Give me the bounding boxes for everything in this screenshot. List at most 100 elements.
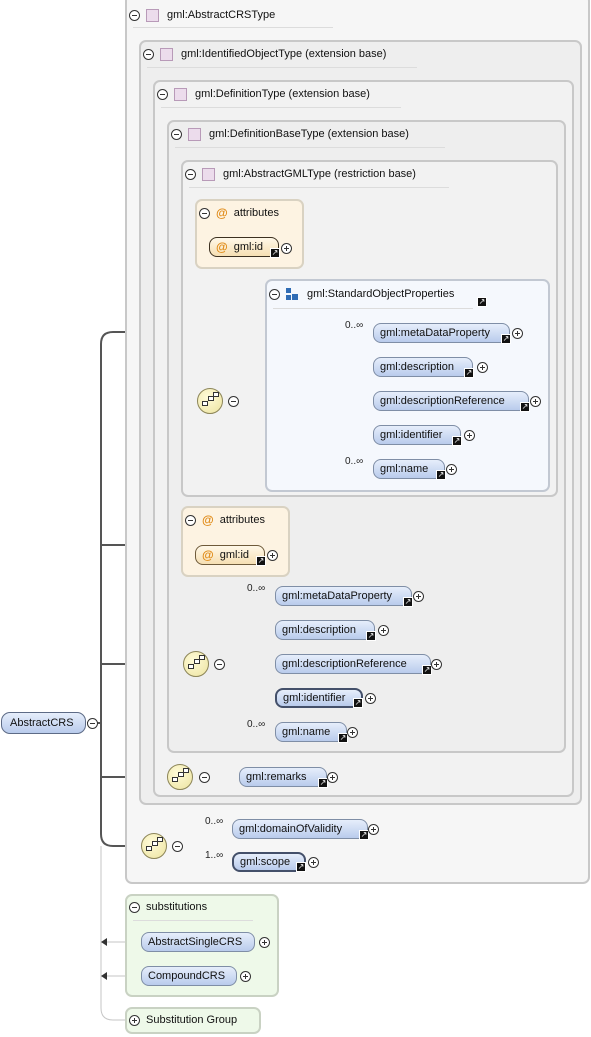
inner-sequence-compositor[interactable] (197, 388, 223, 414)
attribute-at-icon: @ (202, 548, 214, 562)
identified-object-type-header[interactable]: gml:IdentifiedObjectType (extension base… (143, 45, 386, 63)
complex-type-icon (160, 47, 173, 61)
collapse-icon[interactable] (199, 772, 210, 783)
substitution-group-header[interactable]: Substitution Group (129, 1011, 237, 1029)
expand-icon[interactable] (347, 727, 358, 738)
expand-icon[interactable] (259, 937, 270, 948)
element-label: gml:identifier (283, 692, 346, 704)
expand-icon[interactable] (378, 625, 389, 636)
element-scope[interactable]: gml:scope ↗ (232, 852, 306, 872)
expand-icon[interactable] (308, 857, 319, 868)
expand-icon[interactable] (365, 693, 376, 704)
complex-type-icon (146, 8, 159, 22)
abstract-gml-type-header[interactable]: gml:AbstractGMLType (restriction base) (185, 165, 416, 183)
outer-element-descriptionreference[interactable]: gml:descriptionReference ↗ (275, 654, 432, 675)
collapse-icon[interactable] (214, 659, 225, 670)
link-arrow-icon[interactable]: ↗ (353, 698, 363, 708)
outer-element-description[interactable]: gml:description ↗ (275, 620, 376, 641)
abstract-gml-type-label: gml:AbstractGMLType (restriction base) (223, 168, 416, 180)
link-arrow-icon[interactable]: ↗ (477, 297, 487, 307)
element-label: gml:remarks (246, 771, 307, 783)
collapse-icon[interactable] (157, 88, 168, 100)
collapse-icon[interactable] (129, 901, 140, 913)
outer-attr-id[interactable]: @ gml:id ↗ (195, 545, 266, 566)
collapse-icon[interactable] (172, 841, 183, 852)
occurs-label: 0..∞ (247, 583, 266, 594)
outer-sequence-compositor[interactable] (183, 651, 209, 677)
complex-type-icon (174, 87, 187, 101)
remarks-sequence-compositor[interactable] (167, 764, 193, 790)
collapse-icon[interactable] (143, 48, 154, 60)
inner-element-description[interactable]: gml:description ↗ (373, 357, 474, 378)
expand-icon[interactable] (431, 659, 442, 670)
link-arrow-icon[interactable]: ↗ (436, 470, 446, 480)
identified-object-type-label: gml:IdentifiedObjectType (extension base… (181, 48, 387, 60)
occurs-label: 0..∞ (247, 719, 266, 730)
expand-icon[interactable] (267, 550, 278, 561)
root-label: AbstractCRS (10, 717, 74, 729)
link-arrow-icon[interactable]: ↗ (296, 862, 306, 872)
collapse-icon[interactable] (171, 128, 182, 140)
collapse-icon[interactable] (269, 288, 280, 300)
definition-base-type-header[interactable]: gml:DefinitionBaseType (extension base) (171, 125, 409, 143)
collapse-icon[interactable] (87, 718, 98, 729)
expand-icon[interactable] (413, 591, 424, 602)
expand-icon[interactable] (464, 430, 475, 441)
abstract-crs-type-header[interactable]: gml:AbstractCRSType (129, 6, 275, 24)
root-element-abstractcrs[interactable]: AbstractCRS (1, 712, 86, 734)
substitution-abstractsinglecrs[interactable]: AbstractSingleCRS (141, 932, 255, 952)
expand-icon[interactable] (530, 396, 541, 407)
header-divider (133, 920, 253, 921)
collapse-icon[interactable] (228, 396, 239, 407)
expand-icon[interactable] (240, 971, 251, 982)
link-arrow-icon[interactable]: ↗ (452, 436, 462, 446)
link-arrow-icon[interactable]: ↗ (366, 631, 376, 641)
link-arrow-icon[interactable]: ↗ (403, 597, 413, 607)
substitution-compoundcrs[interactable]: CompoundCRS (141, 966, 237, 986)
attribute-at-icon: @ (216, 206, 228, 220)
expand-icon[interactable] (477, 362, 488, 373)
collapse-icon[interactable] (185, 168, 196, 180)
abstract-crs-type-label: gml:AbstractCRSType (167, 9, 276, 21)
link-arrow-icon[interactable]: ↗ (520, 402, 530, 412)
substitutions-header[interactable]: substitutions (129, 898, 207, 916)
attributes-label: attributes (233, 207, 279, 219)
inner-attr-id[interactable]: @ gml:id ↗ (209, 237, 280, 258)
substitution-arrow-1 (101, 938, 107, 946)
expand-icon[interactable] (327, 772, 338, 783)
expand-icon[interactable] (446, 464, 457, 475)
expand-icon[interactable] (129, 1014, 140, 1026)
link-arrow-icon[interactable]: ↗ (270, 248, 280, 258)
link-arrow-icon[interactable]: ↗ (256, 556, 266, 566)
outer-element-identifier[interactable]: gml:identifier ↗ (275, 688, 363, 708)
element-domainofvalidity[interactable]: gml:domainOfValidity ↗ (232, 819, 369, 840)
crs-sequence-compositor[interactable] (141, 833, 167, 859)
collapse-icon[interactable] (129, 9, 140, 21)
outer-element-name[interactable]: gml:name ↗ (275, 722, 348, 743)
expand-icon[interactable] (368, 824, 379, 835)
outer-attributes-header[interactable]: @ attributes (185, 511, 265, 529)
attributes-label: attributes (219, 514, 265, 526)
expand-icon[interactable] (512, 328, 523, 339)
collapse-icon[interactable] (199, 207, 210, 219)
group-label: gml:StandardObjectProperties (307, 288, 455, 300)
element-label: gml:name (282, 726, 331, 738)
inner-element-identifier[interactable]: gml:identifier ↗ (373, 425, 462, 446)
inner-element-descriptionreference[interactable]: gml:descriptionReference ↗ (373, 391, 530, 412)
element-label: gml:name (380, 463, 429, 475)
outer-element-metadataproperty[interactable]: gml:metaDataProperty ↗ (275, 586, 413, 607)
attribute-at-icon: @ (202, 513, 214, 527)
header-divider (175, 147, 445, 148)
substitutions-label: substitutions (146, 901, 208, 913)
link-arrow-icon[interactable]: ↗ (501, 334, 511, 344)
standard-object-properties-header[interactable]: gml:StandardObjectProperties (269, 285, 454, 303)
inner-element-name[interactable]: gml:name ↗ (373, 459, 446, 480)
collapse-icon[interactable] (185, 514, 196, 526)
element-label: gml:domainOfValidity (239, 823, 343, 835)
definition-type-header[interactable]: gml:DefinitionType (extension base) (157, 85, 370, 103)
inner-attributes-header[interactable]: @ attributes (199, 204, 279, 222)
element-remarks[interactable]: gml:remarks ↗ (239, 767, 328, 788)
expand-icon[interactable] (281, 243, 292, 254)
inner-element-metadataproperty[interactable]: gml:metaDataProperty ↗ (373, 323, 511, 344)
link-arrow-icon[interactable]: ↗ (464, 368, 474, 378)
